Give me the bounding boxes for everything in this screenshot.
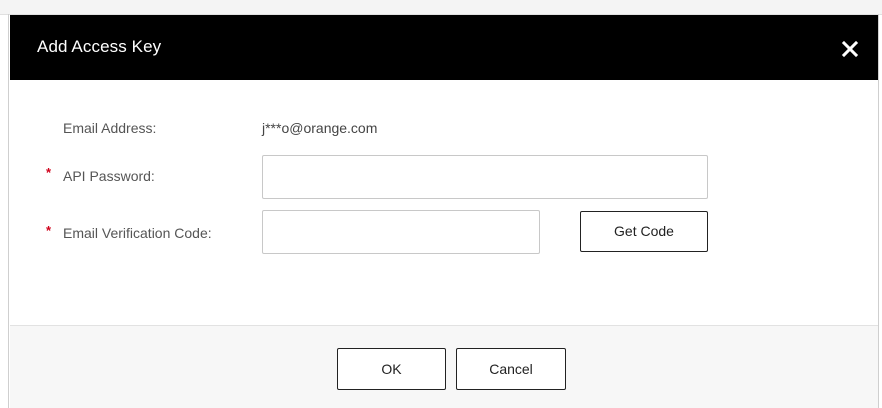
email-verification-code-input[interactable] xyxy=(262,210,540,254)
background-divider xyxy=(878,14,879,408)
email-verification-code-label: Email Verification Code: xyxy=(63,225,212,241)
page: Add Access Key Email Address: j***o@oran… xyxy=(0,0,882,408)
required-mark: * xyxy=(46,165,52,180)
api-password-label: API Password: xyxy=(63,168,155,184)
dialog-title: Add Access Key xyxy=(37,37,162,56)
dialog-footer: OK Cancel xyxy=(10,325,878,408)
get-code-button[interactable]: Get Code xyxy=(580,211,708,252)
add-access-key-dialog: Add Access Key Email Address: j***o@oran… xyxy=(10,15,878,408)
dialog-header: Add Access Key xyxy=(10,15,878,80)
required-mark: * xyxy=(46,223,52,238)
email-address-label: Email Address: xyxy=(63,120,157,136)
background-divider xyxy=(8,14,9,408)
api-password-input[interactable] xyxy=(262,155,708,199)
email-address-value: j***o@orange.com xyxy=(262,120,378,136)
close-button[interactable] xyxy=(840,39,860,59)
close-icon xyxy=(841,40,859,58)
ok-button[interactable]: OK xyxy=(337,348,446,390)
cancel-button[interactable]: Cancel xyxy=(456,348,566,390)
background-table-strip xyxy=(0,0,882,15)
